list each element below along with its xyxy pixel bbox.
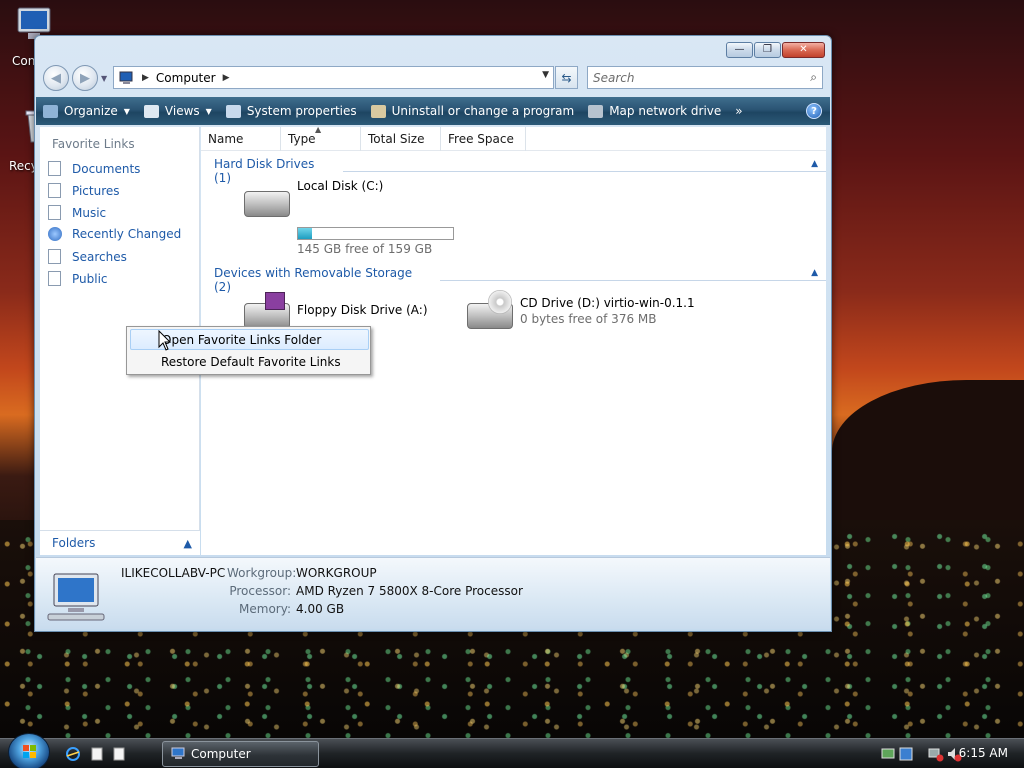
refresh-button[interactable]: ⇆	[555, 66, 578, 89]
document-icon	[48, 161, 61, 176]
document-icon	[48, 183, 61, 198]
hard-disk-icon[interactable]	[244, 191, 290, 217]
column-header: Name ▲ Type Total Size Free Space	[201, 125, 826, 151]
title-buttons: — ❐ ✕	[726, 42, 825, 58]
memory-value: 4.00 GB	[296, 602, 345, 616]
drive-capacity-bar	[297, 227, 454, 240]
recent-pages-chevron-icon[interactable]: ▼	[101, 74, 107, 83]
favorite-link-music[interactable]: Music	[48, 205, 106, 220]
breadcrumb-separator-icon[interactable]: ▶	[142, 73, 149, 83]
favorite-link-documents[interactable]: Documents	[48, 161, 140, 176]
switch-windows-icon[interactable]	[112, 747, 126, 761]
processor-value: AMD Ryzen 7 5800X 8-Core Processor	[296, 584, 523, 598]
toolbar-overflow-button[interactable]: »	[728, 97, 749, 125]
map-network-drive-button[interactable]: Map network drive	[581, 97, 728, 125]
recently-changed-icon	[48, 227, 62, 241]
forward-button[interactable]: ▶	[72, 65, 98, 91]
collapse-chevron-icon[interactable]: ▲	[811, 268, 818, 278]
favorite-link-recently-changed[interactable]: Recently Changed	[48, 227, 181, 241]
security-center-icon[interactable]	[898, 746, 914, 762]
computer-icon	[119, 71, 133, 84]
close-button[interactable]: ✕	[782, 42, 825, 58]
folders-toggle[interactable]: Folders ▲	[40, 530, 200, 555]
organize-menu[interactable]: Organize ▼	[36, 97, 137, 125]
windows-logo-icon	[23, 745, 36, 758]
system-properties-icon	[225, 104, 241, 118]
uninstall-icon	[370, 104, 386, 118]
chevron-down-icon: ▼	[123, 106, 130, 116]
drive-name-c[interactable]: Local Disk (C:)	[297, 179, 383, 193]
document-icon	[48, 271, 61, 286]
drive-free-space-c: 145 GB free of 159 GB	[297, 242, 433, 256]
drive-free-space-d: 0 bytes free of 376 MB	[520, 312, 657, 326]
mouse-cursor-icon	[158, 330, 172, 351]
favorite-link-pictures[interactable]: Pictures	[48, 183, 120, 198]
views-menu[interactable]: Views ▼	[137, 97, 219, 125]
processor-label: Processor:	[229, 584, 291, 598]
drive-capacity-fill	[298, 228, 312, 239]
minimize-button[interactable]: —	[726, 42, 753, 58]
drive-name-d[interactable]: CD Drive (D:) virtio-win-0.1.1	[520, 296, 695, 310]
cd-disc-icon	[488, 290, 512, 314]
group-divider	[439, 279, 826, 281]
clock[interactable]: 6:15 AM	[959, 746, 1008, 760]
system-tray: 6:15 AM	[864, 739, 1024, 768]
command-toolbar: Organize ▼ Views ▼ System properties Unins…	[36, 97, 830, 125]
taskbar: Computer 6:15 AM	[0, 733, 1024, 768]
search-icon[interactable]: ⌕	[810, 70, 817, 85]
favorite-link-public[interactable]: Public	[48, 271, 108, 286]
address-dropdown-icon[interactable]: ▼	[542, 70, 549, 80]
computer-icon	[171, 747, 185, 759]
document-icon	[48, 205, 61, 220]
column-total-size[interactable]: Total Size	[361, 127, 441, 151]
back-button[interactable]: ◀	[43, 65, 69, 91]
chevron-up-icon[interactable]: ▲	[184, 537, 192, 550]
address-bar[interactable]: ▶ Computer ▶ ▼	[113, 66, 554, 89]
menu-item-restore-default-favorite-links[interactable]: Restore Default Favorite Links	[130, 351, 369, 372]
details-pane: ILIKECOLLABV-PC Workgroup: WORKGROUP Pro…	[36, 557, 830, 629]
drive-name-a[interactable]: Floppy Disk Drive (A:)	[297, 303, 428, 317]
computer-icon	[47, 573, 105, 621]
start-button[interactable]	[8, 733, 50, 768]
views-icon	[143, 104, 159, 118]
uninstall-program-button[interactable]: Uninstall or change a program	[364, 97, 582, 125]
search-input[interactable]: Search ⌕	[587, 66, 823, 89]
desktop-icon-label-computer[interactable]: Con	[12, 54, 35, 68]
chevron-down-icon: ▼	[205, 106, 212, 116]
network-drive-icon	[588, 104, 604, 118]
column-free-space[interactable]: Free Space	[441, 127, 526, 151]
column-type[interactable]: ▲ Type	[281, 125, 361, 151]
workgroup-value: WORKGROUP	[296, 566, 377, 580]
workgroup-label: Workgroup:	[227, 566, 297, 580]
internet-explorer-icon[interactable]	[66, 747, 80, 761]
help-icon[interactable]: ?	[806, 103, 822, 119]
sort-ascending-icon: ▲	[315, 125, 322, 134]
memory-label: Memory:	[239, 602, 291, 616]
floppy-disk-icon	[265, 292, 285, 310]
organize-icon	[43, 104, 58, 118]
column-name[interactable]: Name	[201, 127, 281, 151]
group-removable-storage[interactable]: Devices with Removable Storage (2)	[214, 266, 826, 294]
network-disconnected-icon[interactable]	[928, 746, 944, 762]
maximize-button[interactable]: ❐	[754, 42, 781, 58]
system-properties-button[interactable]: System properties	[219, 97, 364, 125]
breadcrumb-computer[interactable]: Computer	[156, 71, 216, 85]
cd-drive-icon[interactable]	[467, 290, 513, 329]
favorite-links-title: Favorite Links	[52, 137, 135, 151]
pc-name: ILIKECOLLABV-PC	[121, 566, 226, 580]
breadcrumb-separator-icon[interactable]: ▶	[223, 73, 230, 83]
show-desktop-icon[interactable]	[90, 747, 104, 761]
group-divider	[343, 170, 826, 172]
favorite-link-searches[interactable]: Searches	[48, 249, 127, 264]
document-icon	[48, 249, 61, 264]
collapse-chevron-icon[interactable]: ▲	[811, 159, 818, 169]
taskbar-button-computer[interactable]: Computer	[162, 741, 319, 767]
network-status-icon[interactable]	[880, 746, 896, 762]
